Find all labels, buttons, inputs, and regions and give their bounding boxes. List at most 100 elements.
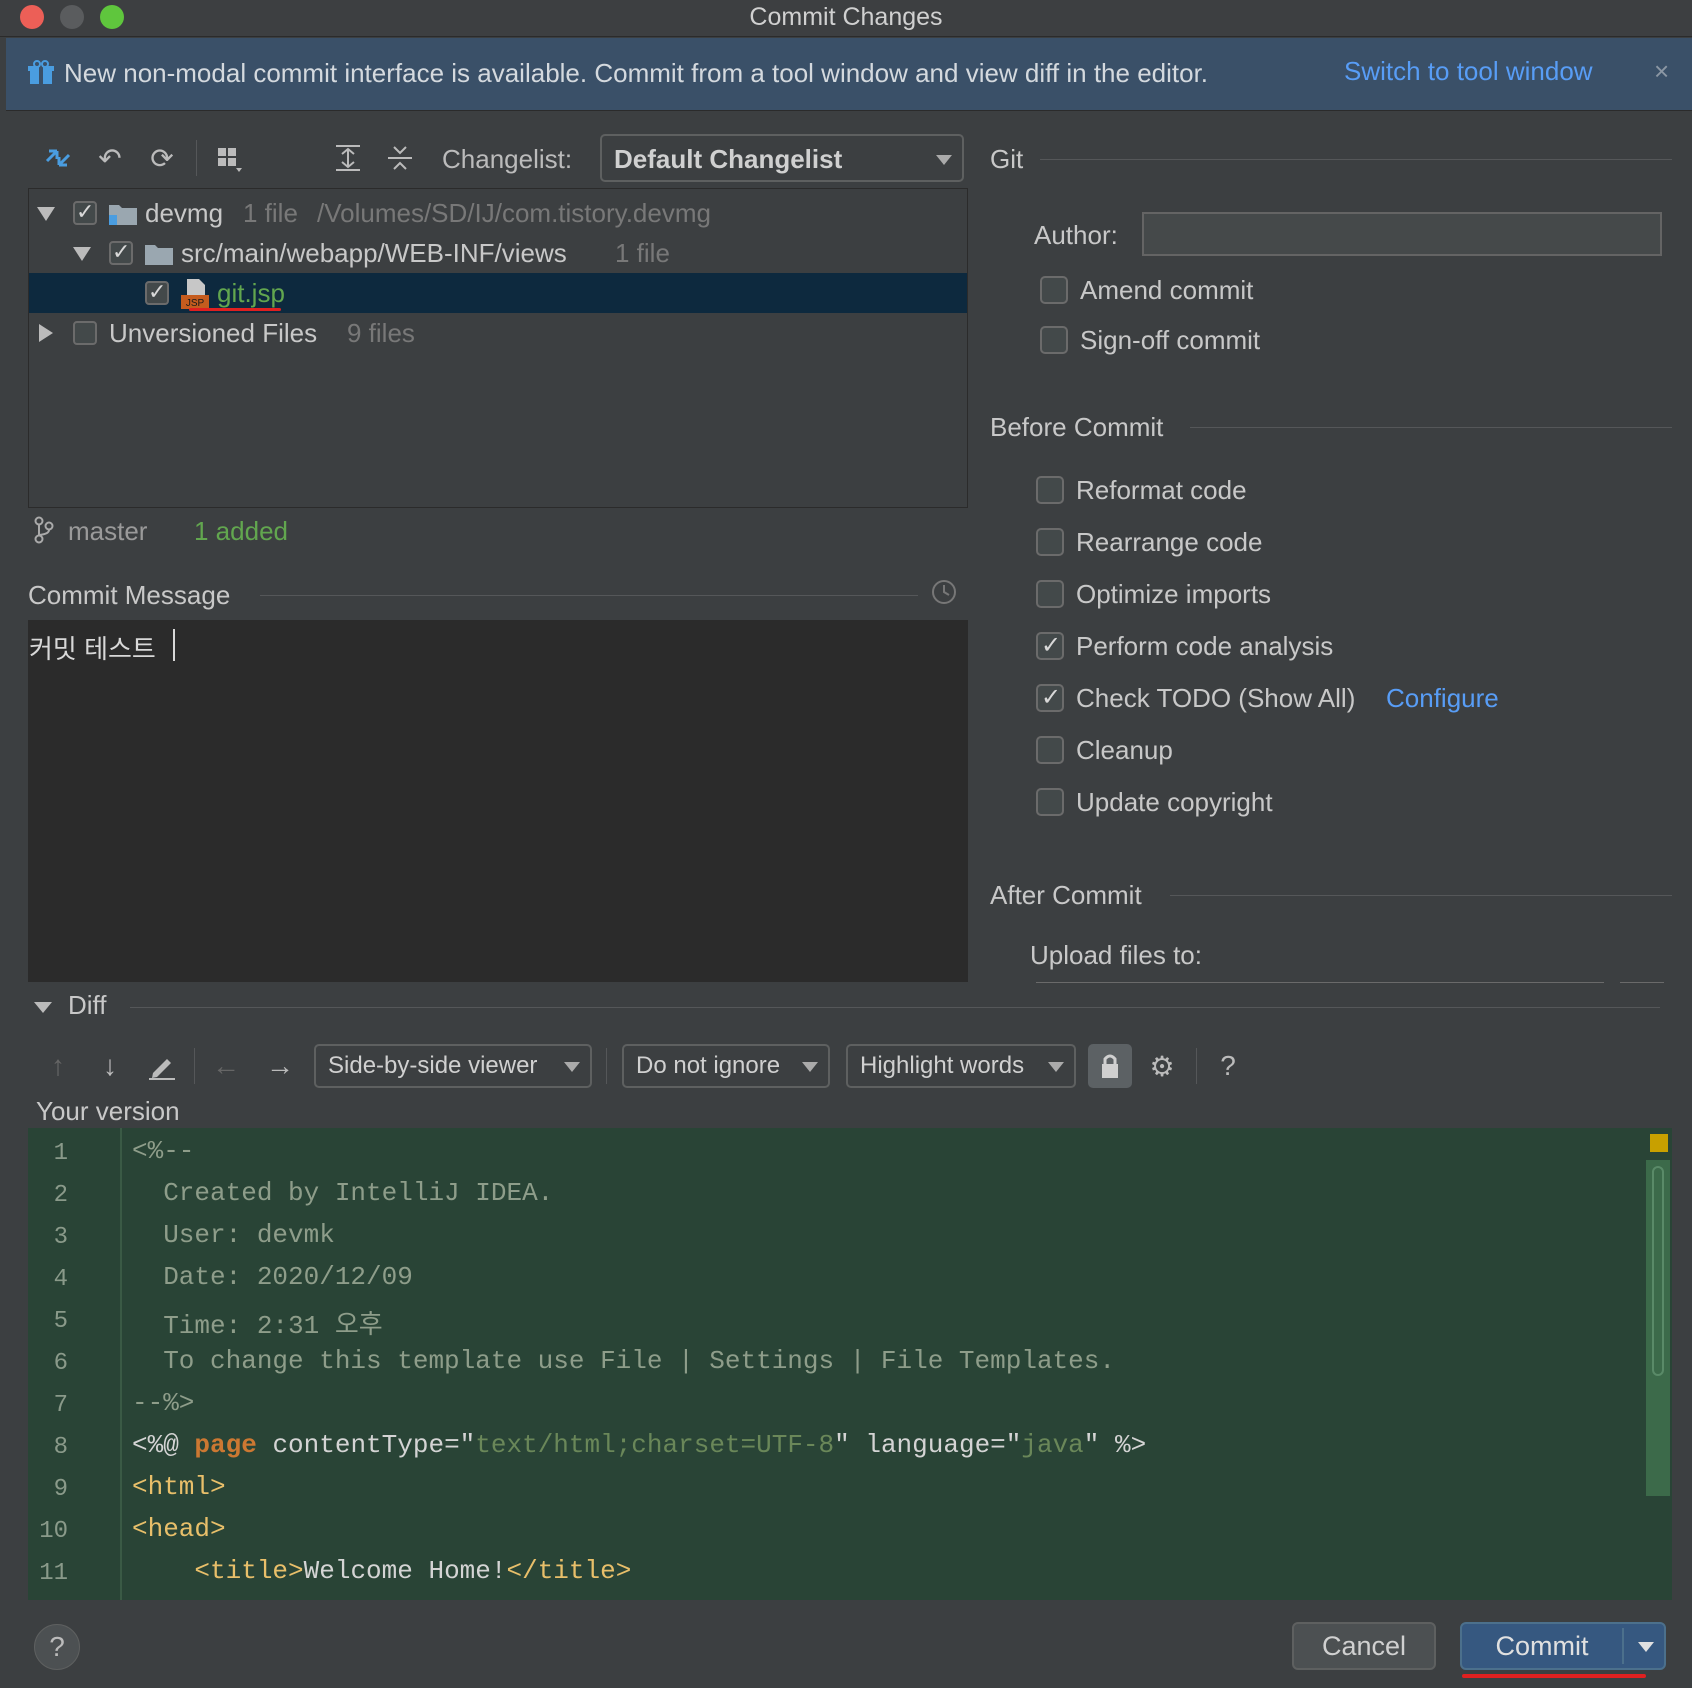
next-file-icon[interactable]: → [262,1048,298,1084]
help-button[interactable]: ? [34,1624,80,1670]
tree-row-views-folder[interactable]: src/main/webapp/WEB-INF/views 1 file [29,233,967,273]
code-line: User: devmk [132,1220,335,1250]
update-copyright-label: Update copyright [1076,787,1273,817]
views-folder-count: 1 file [615,238,670,268]
expand-arrow-icon[interactable] [73,247,91,261]
commit-options-arrow-icon[interactable] [1638,1642,1654,1652]
devmg-path: /Volumes/SD/IJ/com.tistory.devmg [317,198,711,228]
code-token: " language=" [834,1430,1022,1460]
close-banner-icon[interactable]: × [1654,56,1669,87]
unversioned-checkbox[interactable] [73,321,97,345]
notification-banner: New non-modal commit interface is availa… [6,38,1692,111]
devmg-checkbox[interactable] [73,199,97,225]
code-token: text/html;charset=UTF-8 [475,1430,835,1460]
upload-browse-button[interactable] [1620,982,1664,983]
refresh-icon[interactable]: ⟳ [144,140,180,176]
code-analysis-label: Perform code analysis [1076,631,1334,661]
upload-target-select[interactable] [1036,982,1604,983]
vertical-scrollbar[interactable] [1646,1160,1670,1496]
tree-row-git-jsp[interactable]: JSP git.jsp [29,273,967,313]
diff-editor[interactable]: 1 2 3 4 5 6 7 8 9 10 11 <%-- Created by … [28,1128,1672,1600]
unversioned-count: 9 files [347,318,415,348]
collapse-all-icon[interactable] [382,140,418,176]
group-by-icon[interactable] [212,140,248,176]
collapse-arrow-icon[interactable] [39,324,53,342]
changes-tree[interactable]: devmg 1 file /Volumes/SD/IJ/com.tistory.… [28,188,968,508]
separator-line [1040,159,1672,160]
scrollbar-thumb[interactable] [1652,1166,1664,1376]
toolbar-separator [606,1048,607,1084]
cancel-button[interactable]: Cancel [1292,1622,1436,1670]
edit-source-icon[interactable] [144,1048,180,1084]
code-token: java [1021,1430,1084,1460]
check-todo-checkbox[interactable] [1036,683,1064,712]
git-jsp-checkbox[interactable] [145,279,169,305]
tree-row-devmg[interactable]: devmg 1 file /Volumes/SD/IJ/com.tistory.… [29,193,967,233]
line-number: 8 [53,1434,68,1461]
settings-gear-icon[interactable]: ⚙ [1144,1048,1180,1084]
commit-button[interactable]: Commit [1462,1624,1622,1668]
before-commit-title: Before Commit [990,412,1164,442]
commit-changes-dialog: Commit Changes New non-modal commit inte… [0,0,1692,1688]
chevron-down-icon [802,1062,818,1072]
expand-all-icon[interactable] [330,140,366,176]
ignore-whitespace-select[interactable]: Do not ignore [622,1044,830,1088]
upload-files-label: Upload files to: [1030,940,1202,970]
commit-message-input[interactable]: 커밋 테스트 [28,620,968,982]
toolbar-separator [196,140,197,176]
separator-line [260,595,918,596]
changelist-select[interactable]: Default Changelist [600,134,964,182]
after-commit-title: After Commit [990,880,1142,910]
line-number: 5 [53,1308,68,1335]
expand-arrow-icon[interactable] [37,207,55,221]
lock-icon[interactable] [1088,1044,1132,1088]
amend-commit-label: Amend commit [1080,275,1254,305]
code-line: Time: 2:31 오후 [132,1311,383,1341]
cleanup-checkbox[interactable] [1036,736,1064,764]
code-line: <%-- [132,1136,195,1166]
separator-line [1190,427,1672,428]
code-line: <%@ page contentType="text/html;charset=… [132,1430,1146,1460]
line-number: 1 [53,1140,68,1167]
code-line: <head> [132,1514,226,1544]
line-number: 9 [53,1476,68,1503]
tree-row-unversioned[interactable]: Unversioned Files 9 files [29,313,967,353]
history-clock-icon[interactable] [930,578,958,606]
chevron-down-icon [936,155,952,165]
previous-file-icon[interactable]: ← [208,1048,244,1084]
switch-to-tool-window-link[interactable]: Switch to tool window [1344,56,1593,87]
separator-line [1170,895,1672,896]
previous-difference-icon[interactable]: ↑ [40,1048,76,1084]
line-number: 10 [39,1518,68,1545]
code-token: page [194,1430,257,1460]
signoff-commit-checkbox[interactable] [1040,326,1068,354]
diff-collapse-icon[interactable] [34,1002,52,1013]
rollback-icon[interactable]: ↶ [92,140,128,176]
diff-help-icon[interactable]: ? [1210,1048,1246,1084]
amend-commit-checkbox[interactable] [1040,276,1068,304]
code-line: <html> [132,1472,226,1502]
viewer-mode-select[interactable]: Side-by-side viewer [314,1044,592,1088]
update-copyright-checkbox[interactable] [1036,788,1064,816]
views-folder-path: src/main/webapp/WEB-INF/views [181,238,567,268]
optimize-imports-checkbox[interactable] [1036,580,1064,608]
views-folder-checkbox[interactable] [109,239,133,265]
viewer-mode-value: Side-by-side viewer [328,1052,538,1079]
next-difference-icon[interactable]: ↓ [92,1048,128,1084]
diff-section-title: Diff [68,990,107,1020]
commit-message-label: Commit Message [28,580,231,610]
code-token: Welcome Home! [303,1556,507,1586]
rearrange-code-checkbox[interactable] [1036,528,1064,556]
text-caret [173,629,175,661]
code-analysis-checkbox[interactable] [1036,631,1064,660]
highlight-mode-select[interactable]: Highlight words [846,1044,1076,1088]
commit-button-group[interactable]: Commit [1460,1622,1666,1670]
line-number: 3 [53,1224,68,1251]
module-folder-icon [109,205,137,225]
author-input[interactable] [1142,212,1662,256]
configure-todo-link[interactable]: Configure [1386,683,1499,714]
reformat-code-label: Reformat code [1076,475,1247,505]
show-diff-icon[interactable] [40,140,76,176]
reformat-code-checkbox[interactable] [1036,476,1064,504]
cleanup-label: Cleanup [1076,735,1173,765]
